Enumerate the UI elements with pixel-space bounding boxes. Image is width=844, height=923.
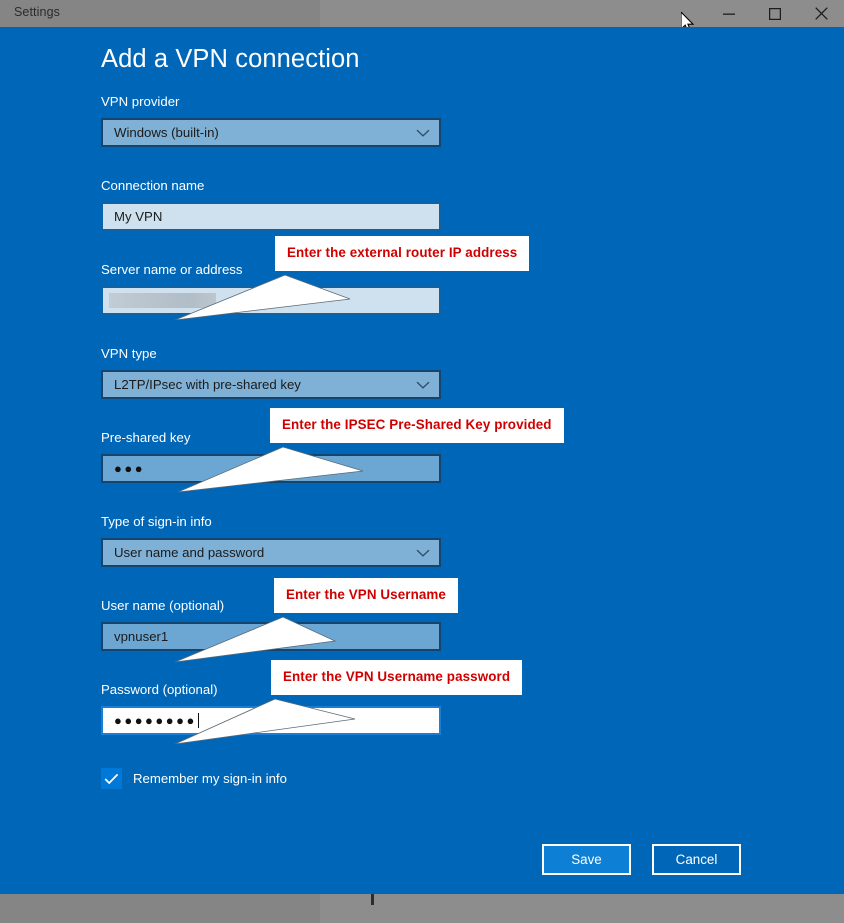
callout-tail-username: [174, 616, 337, 663]
close-button[interactable]: [798, 0, 844, 27]
vpn-type-label: VPN type: [101, 346, 157, 361]
callout-tail-server: [174, 274, 351, 321]
callout-server-text: Enter the external router IP address: [287, 245, 518, 260]
connection-name-label: Connection name: [101, 178, 205, 193]
sign-in-type-select[interactable]: User name and password: [101, 538, 441, 567]
callout-username-box: Enter the VPN Username: [274, 578, 458, 613]
callout-psk-text: Enter the IPSEC Pre-Shared Key provided: [282, 417, 552, 432]
window-title: Settings: [14, 5, 60, 19]
callout-password-text: Enter the VPN Username password: [283, 669, 511, 684]
page-title: Add a VPN connection: [101, 45, 360, 73]
field-sign-in-type: Type of sign-in info User name and passw…: [101, 514, 441, 567]
connection-name-input[interactable]: My VPN: [101, 202, 441, 231]
vpn-provider-label: VPN provider: [101, 94, 180, 109]
desktop-strip-shade: [0, 894, 320, 923]
callout-server: Enter the external router IP address: [174, 236, 530, 321]
field-connection-name: Connection name My VPN: [101, 178, 441, 231]
window-titlebar: Settings: [0, 0, 844, 33]
cancel-button[interactable]: Cancel: [652, 844, 741, 875]
sign-in-type-label: Type of sign-in info: [101, 514, 212, 529]
pre-shared-key-value: ●●●: [114, 461, 146, 476]
user-name-value: vpnuser1: [114, 629, 169, 644]
save-button-label: Save: [571, 852, 602, 867]
minimize-button[interactable]: [706, 0, 752, 27]
save-button[interactable]: Save: [542, 844, 631, 875]
vpn-type-value: L2TP/IPsec with pre-shared key: [114, 377, 301, 392]
settings-window: Settings Add a VPN connection VPN provid…: [0, 0, 844, 923]
sign-in-type-value: User name and password: [114, 545, 265, 560]
callout-psk: Enter the IPSEC Pre-Shared Key provided: [177, 408, 564, 493]
vpn-provider-select[interactable]: Windows (built-in): [101, 118, 441, 147]
field-vpn-provider: VPN provider Windows (built-in): [101, 94, 441, 147]
callout-username-text: Enter the VPN Username: [286, 587, 446, 602]
chevron-down-icon: [416, 549, 430, 557]
callout-tail-psk: [177, 446, 364, 493]
desktop-artifact-mark: [371, 894, 374, 905]
window-controls: [706, 0, 844, 27]
chevron-down-icon: [416, 381, 430, 389]
desktop-background-strip: [0, 894, 844, 923]
checkmark-icon: [104, 773, 119, 784]
callout-password: Enter the VPN Username password: [174, 660, 523, 745]
maximize-icon: [769, 7, 781, 20]
callout-username: Enter the VPN Username: [174, 578, 458, 663]
maximize-button[interactable]: [752, 0, 798, 27]
field-vpn-type: VPN type L2TP/IPsec with pre-shared key: [101, 346, 441, 399]
vpn-provider-value: Windows (built-in): [114, 125, 219, 140]
connection-name-value: My VPN: [114, 209, 163, 224]
vpn-type-select[interactable]: L2TP/IPsec with pre-shared key: [101, 370, 441, 399]
remember-sign-in-row[interactable]: Remember my sign-in info: [101, 768, 287, 789]
chevron-down-icon: [416, 129, 430, 137]
callout-server-box: Enter the external router IP address: [275, 236, 530, 271]
callout-psk-box: Enter the IPSEC Pre-Shared Key provided: [270, 408, 564, 443]
vpn-page: Add a VPN connection VPN provider Window…: [0, 27, 844, 894]
callout-tail-password: [174, 698, 356, 745]
callout-password-box: Enter the VPN Username password: [271, 660, 523, 695]
remember-sign-in-label: Remember my sign-in info: [133, 771, 287, 786]
minimize-icon: [723, 13, 735, 15]
close-icon: [814, 7, 828, 20]
cancel-button-label: Cancel: [675, 852, 718, 867]
remember-sign-in-checkbox[interactable]: [101, 768, 122, 789]
